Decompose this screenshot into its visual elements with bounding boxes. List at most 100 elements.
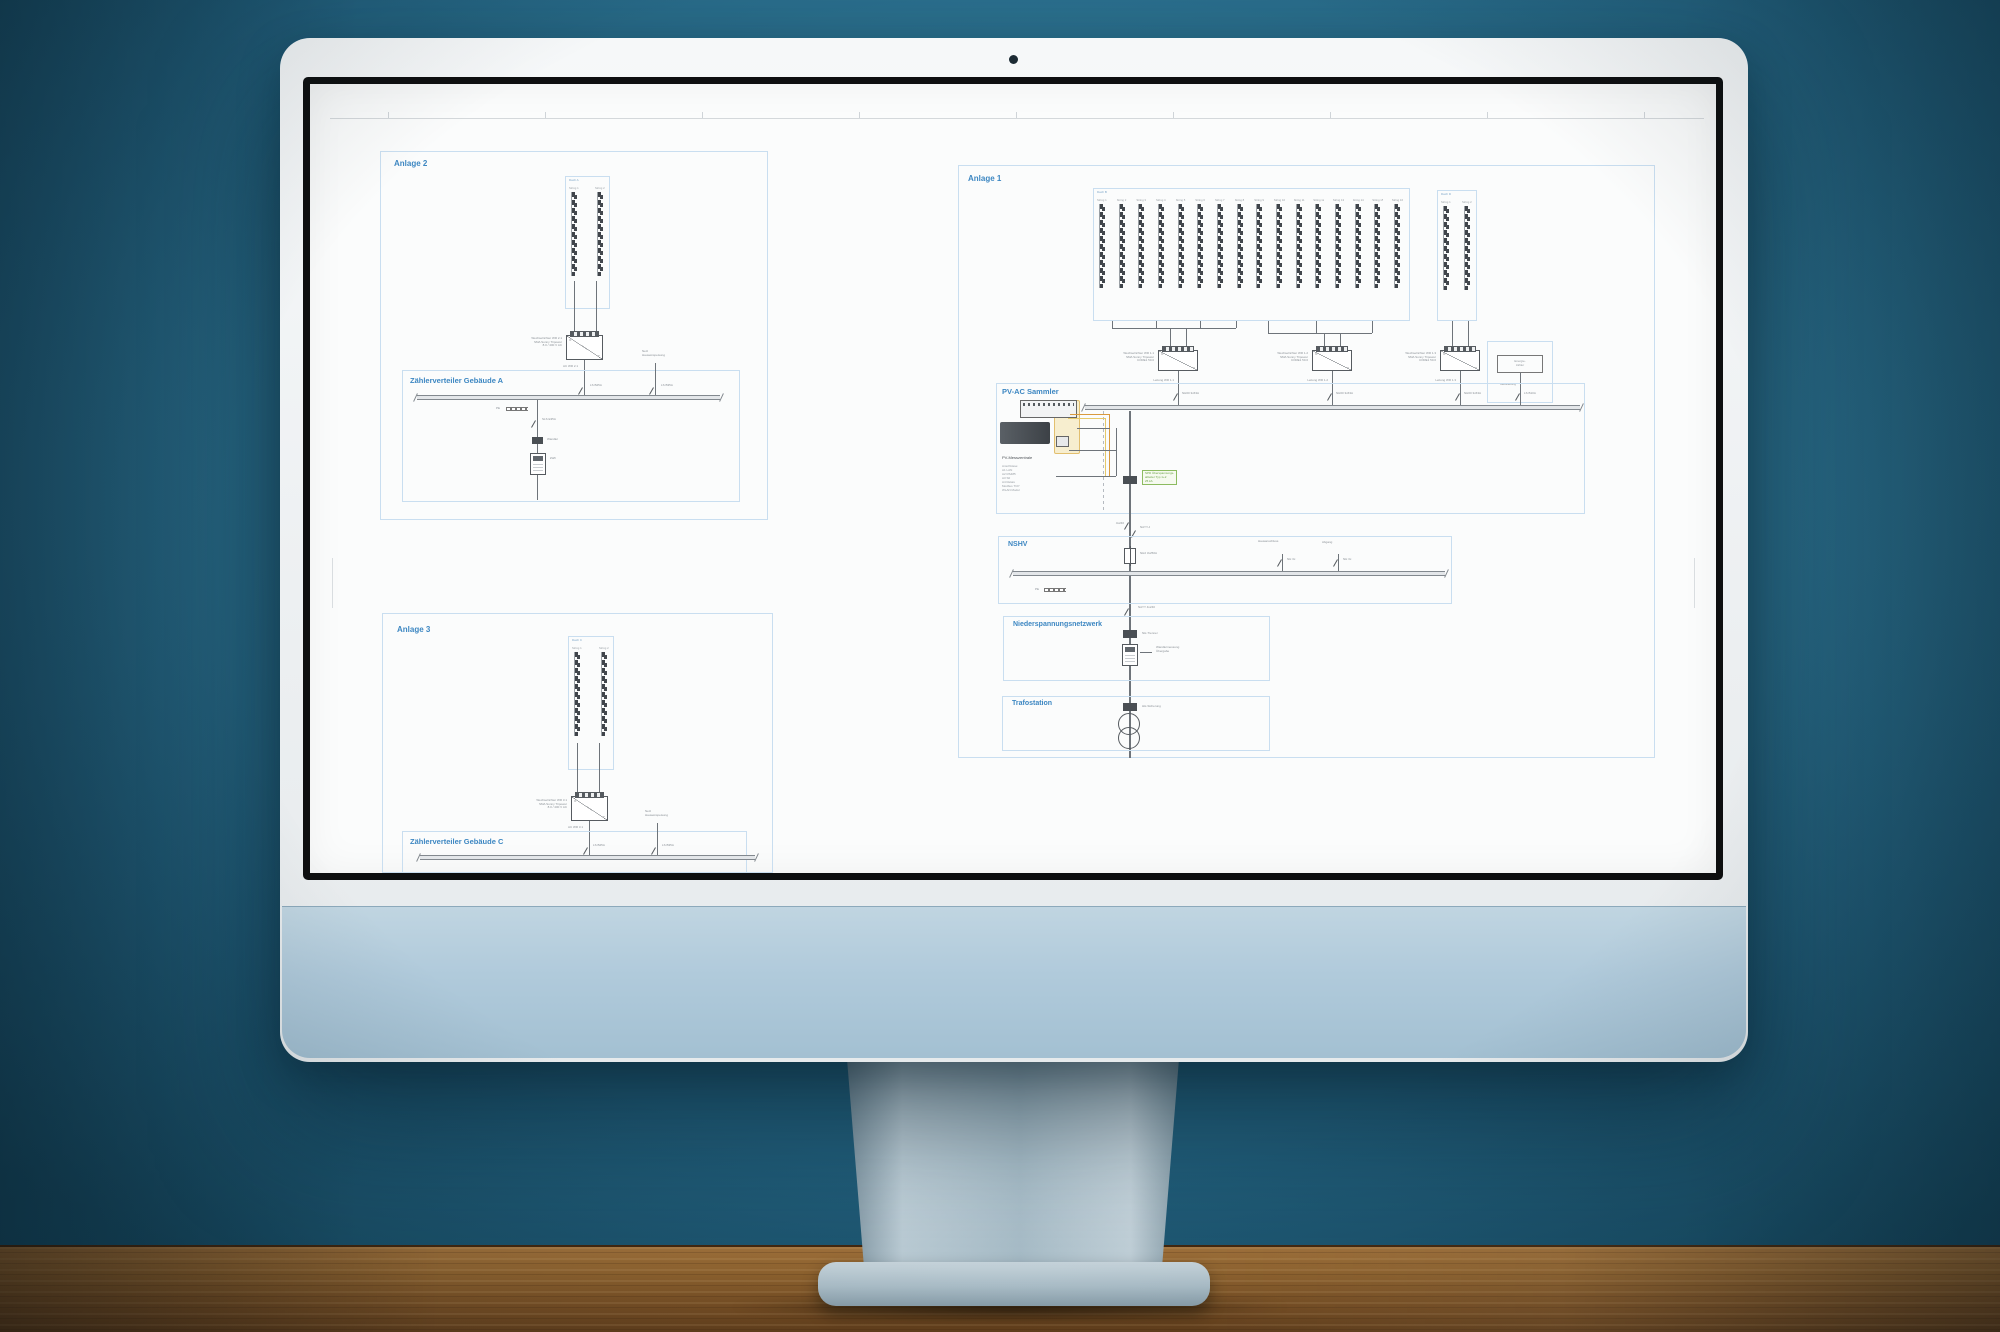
fold-tick bbox=[859, 112, 860, 118]
anlage1-strings-main: String 1String 2String 3String 4String 5… bbox=[1097, 199, 1403, 288]
controller-module bbox=[1056, 436, 1069, 447]
pv-string-label: String 2 bbox=[599, 647, 610, 650]
hh-fuse bbox=[1123, 703, 1137, 711]
wire bbox=[1116, 428, 1117, 476]
fold-mark bbox=[1694, 558, 1695, 608]
breaker-label: LS B35A bbox=[661, 384, 673, 388]
dc-symbol: = bbox=[574, 799, 576, 803]
pv-string-label: String 1 bbox=[1441, 201, 1452, 204]
sammler-title: PV-AC Sammler bbox=[1002, 387, 1059, 396]
anlage3-roof-label: Dach C bbox=[572, 639, 582, 643]
grid-feed-label: NetzHauseinspeisung bbox=[645, 810, 668, 817]
pv-string: String 15 bbox=[1372, 199, 1383, 288]
controller-panel bbox=[1020, 400, 1077, 418]
pv-string-label: String 1 bbox=[569, 187, 580, 190]
wire bbox=[1200, 321, 1201, 328]
nh-disconnect bbox=[1123, 630, 1137, 638]
wire bbox=[577, 743, 578, 796]
pv-string-label: String 5 bbox=[1176, 199, 1187, 202]
pv-string: String 16 bbox=[1392, 199, 1403, 288]
ct-label: Wandler bbox=[547, 438, 558, 442]
anlage2-roof-label: Dach A bbox=[569, 179, 579, 183]
wire-yellow bbox=[1105, 418, 1106, 476]
pv-module-chain bbox=[571, 192, 575, 276]
pv-string-label: String 12 bbox=[1313, 199, 1324, 202]
nsn-title: Niederspannungsnetzwerk bbox=[1013, 621, 1102, 628]
ac-symbol: ~ bbox=[603, 815, 605, 819]
cable-label: NAYY-J bbox=[1140, 526, 1150, 530]
pv-string: String 9 bbox=[1254, 199, 1265, 288]
grid-feed-label: NetzHauseinspeisung bbox=[642, 350, 665, 357]
imac-stand bbox=[840, 1058, 1186, 1270]
wire-orange bbox=[1070, 414, 1110, 415]
anlage1-title: Anlage 1 bbox=[968, 174, 1001, 183]
fold-tick bbox=[545, 112, 546, 118]
fuse-symbol bbox=[1124, 548, 1136, 564]
fold-mark bbox=[332, 558, 333, 608]
pv-module-chain bbox=[1296, 204, 1300, 288]
ac-symbol: ~ bbox=[598, 354, 600, 358]
pv-string: String 14 bbox=[1353, 199, 1364, 288]
cable-label: NAYY 4x240 bbox=[1138, 606, 1155, 610]
pv-module-chain bbox=[1178, 204, 1182, 288]
pv-module-chain bbox=[1276, 204, 1280, 288]
fuse-label: NH2 3x250A bbox=[1140, 552, 1157, 556]
wire bbox=[1282, 554, 1283, 571]
dc-symbol: = bbox=[569, 338, 571, 342]
wire bbox=[1372, 321, 1373, 333]
pv-module-chain bbox=[1237, 204, 1241, 288]
pv-string: String 3 bbox=[1136, 199, 1147, 288]
breaker-label: NH 3x bbox=[1287, 558, 1295, 562]
pv-module-chain bbox=[1374, 204, 1378, 288]
pv-module-chain bbox=[574, 652, 578, 736]
inverter-symbol: = ~ bbox=[1158, 350, 1198, 371]
meter-label: kWh bbox=[550, 457, 556, 461]
nsn-comp-label: NH-Trenner bbox=[1142, 632, 1158, 636]
pv-string-label: String 10 bbox=[1274, 199, 1285, 202]
imac-stand-base bbox=[818, 1262, 1210, 1306]
pv-module-chain bbox=[1394, 204, 1398, 288]
inverter-label-line: CORE1 50.0 bbox=[1096, 359, 1154, 363]
wire bbox=[574, 281, 575, 335]
current-transformer bbox=[532, 437, 543, 444]
controller-unit bbox=[1000, 422, 1050, 444]
pv-string-label: String 1 bbox=[1097, 199, 1108, 202]
pv-module-chain bbox=[1099, 204, 1103, 288]
wire bbox=[1056, 476, 1116, 477]
central-meter-box: Energie-zähler bbox=[1497, 355, 1543, 373]
wire-yellow bbox=[1068, 418, 1105, 419]
busbar bbox=[1013, 571, 1445, 576]
legend-line: WLAN Modul bbox=[1002, 488, 1020, 492]
breaker-label: LS B35A bbox=[662, 844, 674, 848]
fold-tick bbox=[1330, 112, 1331, 118]
pv-module-chain bbox=[1217, 204, 1221, 288]
spd-note-line: 25 kA bbox=[1145, 480, 1174, 484]
pv-string: String 2 bbox=[1462, 201, 1473, 290]
pv-string-label: String 1 bbox=[572, 647, 583, 650]
pv-string-label: String 16 bbox=[1392, 199, 1403, 202]
pv-string-label: String 13 bbox=[1333, 199, 1344, 202]
nshv-box bbox=[998, 536, 1452, 604]
ac-symbol: ~ bbox=[1193, 366, 1195, 370]
pv-string: String 1 bbox=[572, 647, 583, 736]
anlage3-strings: String 1 String 2 bbox=[572, 647, 610, 736]
wire bbox=[1338, 554, 1339, 571]
bracket-line bbox=[1140, 652, 1152, 653]
inverter-symbol: = ~ bbox=[1440, 350, 1480, 371]
pv-string-label: String 2 bbox=[1462, 201, 1473, 204]
pv-string-label: String 2 bbox=[595, 187, 606, 190]
controller-label: PV-Messzentrale bbox=[1002, 455, 1032, 460]
ac-symbol: ~ bbox=[1347, 366, 1349, 370]
wire bbox=[655, 363, 656, 395]
anlage2-strings: String 1 String 2 bbox=[569, 187, 606, 276]
dc-symbol: = bbox=[1443, 352, 1445, 356]
dc-symbol: = bbox=[1315, 352, 1317, 356]
pv-string: String 12 bbox=[1313, 199, 1324, 288]
pv-string: String 6 bbox=[1195, 199, 1206, 288]
pv-string: String 2 bbox=[595, 187, 606, 276]
trafo-title: Trafostation bbox=[1012, 700, 1052, 707]
inverter-label-line: 8.0 / 400 V AC bbox=[497, 806, 567, 810]
wire bbox=[1077, 428, 1110, 429]
pv-string: String 10 bbox=[1274, 199, 1285, 288]
spd-note: SPD Überspannungs-ableiter Typ 1+225 kA bbox=[1142, 470, 1177, 485]
